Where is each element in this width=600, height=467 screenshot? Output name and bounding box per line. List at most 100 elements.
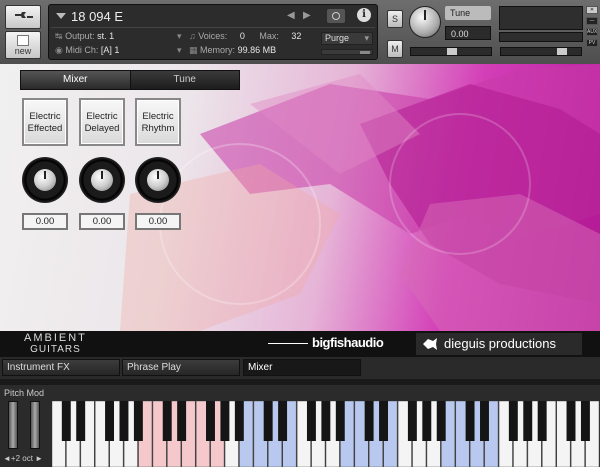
output-arrow-icon: ↹ xyxy=(55,31,63,41)
publisher-name: bigfishaudio xyxy=(312,335,384,350)
output-value: st. 1 xyxy=(97,31,115,41)
black-key[interactable] xyxy=(580,401,590,441)
black-key[interactable] xyxy=(407,401,417,441)
black-key[interactable] xyxy=(566,401,576,441)
voices-label: Voices: xyxy=(198,31,228,41)
brand-bar: AMBIENT GUITARS bigfishaudio dieguis pro… xyxy=(0,331,600,357)
channel-value-electric-delayed[interactable]: 0.00 xyxy=(79,213,125,230)
black-key[interactable] xyxy=(364,401,374,441)
ambient-guitars-logo: AMBIENT GUITARS xyxy=(24,333,87,356)
level-meter-right xyxy=(499,32,583,42)
black-key[interactable] xyxy=(523,401,533,441)
info-icon[interactable]: i xyxy=(357,8,371,22)
piano-keyboard[interactable] xyxy=(52,401,600,467)
instrument-panel: Mixer Tune Electric Effected 0.00 Electr… xyxy=(0,64,600,331)
mod-wheel[interactable] xyxy=(30,401,40,449)
memory-icon: ▦ xyxy=(189,45,198,55)
instrument-info-panel: 18 094 E ◀ ▶ i ↹ Output: st. 1 ▾ ♫ Voice… xyxy=(48,4,378,60)
page-icon xyxy=(17,35,29,46)
black-key[interactable] xyxy=(278,401,288,441)
wrench-button[interactable] xyxy=(5,5,41,29)
voices-icon: ♫ xyxy=(189,31,196,41)
camera-icon[interactable] xyxy=(327,9,345,23)
black-key[interactable] xyxy=(263,401,273,441)
black-key[interactable] xyxy=(465,401,475,441)
output-label: Output: xyxy=(65,31,95,41)
output-row[interactable]: ↹ Output: st. 1 ▾ xyxy=(55,31,182,42)
channel-value-electric-rhythm[interactable]: 0.00 xyxy=(135,213,181,230)
collapse-triangle-icon[interactable] xyxy=(56,13,66,19)
waveform-icon xyxy=(268,343,308,345)
black-key[interactable] xyxy=(119,401,129,441)
tab-mixer-script[interactable]: Mixer xyxy=(243,359,361,376)
prev-instrument-icon[interactable]: ◀ xyxy=(287,10,295,21)
black-key[interactable] xyxy=(306,401,316,441)
black-key[interactable] xyxy=(422,401,432,441)
pv-button[interactable]: PV xyxy=(586,39,598,47)
channel-knob-electric-effected[interactable] xyxy=(22,157,68,203)
minimize-icon[interactable]: — xyxy=(586,17,598,25)
pan-slider-handle[interactable] xyxy=(447,48,457,55)
black-key[interactable] xyxy=(76,401,86,441)
channel-button-electric-rhythm[interactable]: Electric Rhythm xyxy=(135,98,181,146)
black-key[interactable] xyxy=(133,401,143,441)
tab-phrase-play[interactable]: Phrase Play xyxy=(122,359,240,376)
instrument-header: new 18 094 E ◀ ▶ i ↹ Output: st. 1 ▾ ♫ V… xyxy=(0,0,600,64)
wrench-icon xyxy=(15,12,33,18)
max-value[interactable]: 32 xyxy=(291,31,301,41)
black-key[interactable] xyxy=(508,401,518,441)
new-label: new xyxy=(14,46,32,56)
next-instrument-icon[interactable]: ▶ xyxy=(303,10,311,21)
output-dropdown-icon[interactable]: ▾ xyxy=(177,31,182,42)
black-key[interactable] xyxy=(537,401,547,441)
tune-label: Tune xyxy=(445,6,491,20)
black-key[interactable] xyxy=(321,401,331,441)
black-key[interactable] xyxy=(61,401,71,441)
mute-button[interactable]: M xyxy=(387,40,403,58)
max-label: Max: xyxy=(259,31,279,41)
pan-slider[interactable] xyxy=(410,47,492,56)
octave-selector[interactable]: ◄+2 oct ► xyxy=(3,454,43,463)
channel-knob-electric-delayed[interactable] xyxy=(79,157,125,203)
volume-slider-handle[interactable] xyxy=(557,48,567,55)
volume-slider[interactable] xyxy=(500,47,582,56)
pitch-wheel[interactable] xyxy=(8,401,18,449)
tune-knob[interactable] xyxy=(409,6,441,38)
black-key[interactable] xyxy=(379,401,389,441)
black-key[interactable] xyxy=(177,401,187,441)
solo-button[interactable]: S xyxy=(387,10,403,28)
black-key[interactable] xyxy=(206,401,215,441)
black-key[interactable] xyxy=(105,401,115,441)
channel-knob-electric-rhythm[interactable] xyxy=(135,157,181,203)
tune-value[interactable]: 0.00 xyxy=(445,26,491,40)
side-buttons: ✕ — AUX PV xyxy=(586,6,598,50)
instrument-name[interactable]: 18 094 E xyxy=(71,9,123,24)
black-key[interactable] xyxy=(335,401,345,441)
tab-tune[interactable]: Tune xyxy=(130,71,239,89)
tab-mixer[interactable]: Mixer xyxy=(21,71,130,89)
close-icon[interactable]: ✕ xyxy=(586,6,598,14)
new-button[interactable]: new xyxy=(5,31,41,59)
purge-dropdown[interactable]: Purge ▾ xyxy=(321,32,373,45)
channel-button-electric-effected[interactable]: Electric Effected xyxy=(22,98,68,146)
aux-button[interactable]: AUX xyxy=(586,28,598,36)
script-tabs: Instrument FX Phrase Play Mixer xyxy=(0,357,600,379)
channel-button-electric-delayed[interactable]: Electric Delayed xyxy=(79,98,125,146)
black-key[interactable] xyxy=(220,401,230,441)
level-meter-left xyxy=(499,6,583,30)
fish-icon xyxy=(423,338,437,350)
black-key[interactable] xyxy=(436,401,446,441)
channel-label-line1: Electric xyxy=(142,111,174,122)
black-key[interactable] xyxy=(480,401,489,441)
black-key[interactable] xyxy=(162,401,172,441)
mixer-tune-switch: Mixer Tune xyxy=(20,70,240,90)
tab-instrument-fx[interactable]: Instrument FX xyxy=(2,359,120,376)
midi-row[interactable]: ◉ Midi Ch: [A] 1 ▾ xyxy=(55,45,182,56)
voices-row: ♫ Voices: 0 Max: 32 xyxy=(189,31,301,41)
midi-icon: ◉ xyxy=(55,45,63,55)
pitch-mod-label: Pitch Mod xyxy=(4,388,45,398)
channel-value-electric-effected[interactable]: 0.00 xyxy=(22,213,68,230)
black-key[interactable] xyxy=(234,401,244,441)
midi-dropdown-icon[interactable]: ▾ xyxy=(177,45,182,56)
memory-label: Memory: xyxy=(200,45,236,55)
